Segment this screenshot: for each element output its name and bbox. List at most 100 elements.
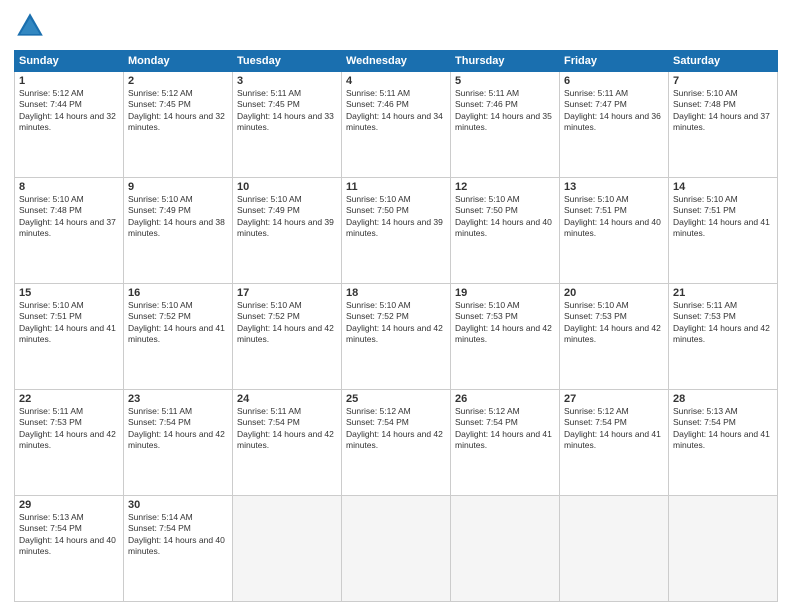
table-row (451, 496, 560, 602)
table-row: 21Sunrise: 5:11 AMSunset: 7:53 PMDayligh… (669, 284, 778, 390)
col-friday: Friday (560, 51, 669, 72)
table-row: 8Sunrise: 5:10 AMSunset: 7:48 PMDaylight… (15, 178, 124, 284)
cell-text: Sunrise: 5:10 AMSunset: 7:48 PMDaylight:… (673, 88, 770, 132)
cell-text: Sunrise: 5:12 AMSunset: 7:45 PMDaylight:… (128, 88, 225, 132)
col-sunday: Sunday (15, 51, 124, 72)
cell-text: Sunrise: 5:11 AMSunset: 7:54 PMDaylight:… (128, 406, 225, 450)
cell-text: Sunrise: 5:12 AMSunset: 7:54 PMDaylight:… (346, 406, 443, 450)
table-row (669, 496, 778, 602)
day-number: 15 (19, 287, 119, 299)
table-row (233, 496, 342, 602)
day-number: 23 (128, 393, 228, 405)
calendar-week-row: 22Sunrise: 5:11 AMSunset: 7:53 PMDayligh… (15, 390, 778, 496)
cell-text: Sunrise: 5:10 AMSunset: 7:48 PMDaylight:… (19, 194, 116, 238)
table-row: 15Sunrise: 5:10 AMSunset: 7:51 PMDayligh… (15, 284, 124, 390)
day-number: 17 (237, 287, 337, 299)
table-row: 14Sunrise: 5:10 AMSunset: 7:51 PMDayligh… (669, 178, 778, 284)
day-number: 6 (564, 75, 664, 87)
cell-text: Sunrise: 5:10 AMSunset: 7:49 PMDaylight:… (237, 194, 334, 238)
day-number: 9 (128, 181, 228, 193)
day-number: 28 (673, 393, 773, 405)
day-number: 1 (19, 75, 119, 87)
cell-text: Sunrise: 5:10 AMSunset: 7:52 PMDaylight:… (346, 300, 443, 344)
day-number: 3 (237, 75, 337, 87)
day-number: 26 (455, 393, 555, 405)
cell-text: Sunrise: 5:10 AMSunset: 7:51 PMDaylight:… (19, 300, 116, 344)
table-row: 13Sunrise: 5:10 AMSunset: 7:51 PMDayligh… (560, 178, 669, 284)
table-row: 23Sunrise: 5:11 AMSunset: 7:54 PMDayligh… (124, 390, 233, 496)
col-thursday: Thursday (451, 51, 560, 72)
cell-text: Sunrise: 5:13 AMSunset: 7:54 PMDaylight:… (19, 512, 116, 556)
col-wednesday: Wednesday (342, 51, 451, 72)
cell-text: Sunrise: 5:11 AMSunset: 7:53 PMDaylight:… (673, 300, 770, 344)
cell-text: Sunrise: 5:10 AMSunset: 7:53 PMDaylight:… (564, 300, 661, 344)
cell-text: Sunrise: 5:10 AMSunset: 7:50 PMDaylight:… (346, 194, 443, 238)
cell-text: Sunrise: 5:10 AMSunset: 7:50 PMDaylight:… (455, 194, 552, 238)
table-row: 30Sunrise: 5:14 AMSunset: 7:54 PMDayligh… (124, 496, 233, 602)
cell-text: Sunrise: 5:10 AMSunset: 7:52 PMDaylight:… (237, 300, 334, 344)
table-row: 17Sunrise: 5:10 AMSunset: 7:52 PMDayligh… (233, 284, 342, 390)
page: Sunday Monday Tuesday Wednesday Thursday… (0, 0, 792, 612)
calendar-week-row: 8Sunrise: 5:10 AMSunset: 7:48 PMDaylight… (15, 178, 778, 284)
cell-text: Sunrise: 5:12 AMSunset: 7:54 PMDaylight:… (564, 406, 661, 450)
logo-icon (14, 10, 46, 42)
calendar: Sunday Monday Tuesday Wednesday Thursday… (14, 50, 778, 602)
col-saturday: Saturday (669, 51, 778, 72)
table-row: 7Sunrise: 5:10 AMSunset: 7:48 PMDaylight… (669, 72, 778, 178)
table-row: 5Sunrise: 5:11 AMSunset: 7:46 PMDaylight… (451, 72, 560, 178)
col-tuesday: Tuesday (233, 51, 342, 72)
calendar-week-row: 15Sunrise: 5:10 AMSunset: 7:51 PMDayligh… (15, 284, 778, 390)
cell-text: Sunrise: 5:10 AMSunset: 7:51 PMDaylight:… (673, 194, 770, 238)
day-number: 25 (346, 393, 446, 405)
table-row: 19Sunrise: 5:10 AMSunset: 7:53 PMDayligh… (451, 284, 560, 390)
calendar-week-row: 29Sunrise: 5:13 AMSunset: 7:54 PMDayligh… (15, 496, 778, 602)
day-number: 2 (128, 75, 228, 87)
day-number: 21 (673, 287, 773, 299)
cell-text: Sunrise: 5:11 AMSunset: 7:45 PMDaylight:… (237, 88, 334, 132)
table-row: 29Sunrise: 5:13 AMSunset: 7:54 PMDayligh… (15, 496, 124, 602)
table-row: 20Sunrise: 5:10 AMSunset: 7:53 PMDayligh… (560, 284, 669, 390)
cell-text: Sunrise: 5:10 AMSunset: 7:52 PMDaylight:… (128, 300, 225, 344)
table-row: 25Sunrise: 5:12 AMSunset: 7:54 PMDayligh… (342, 390, 451, 496)
cell-text: Sunrise: 5:11 AMSunset: 7:47 PMDaylight:… (564, 88, 661, 132)
table-row: 18Sunrise: 5:10 AMSunset: 7:52 PMDayligh… (342, 284, 451, 390)
day-number: 27 (564, 393, 664, 405)
day-number: 22 (19, 393, 119, 405)
calendar-week-row: 1Sunrise: 5:12 AMSunset: 7:44 PMDaylight… (15, 72, 778, 178)
day-number: 13 (564, 181, 664, 193)
day-number: 18 (346, 287, 446, 299)
table-row: 6Sunrise: 5:11 AMSunset: 7:47 PMDaylight… (560, 72, 669, 178)
table-row: 22Sunrise: 5:11 AMSunset: 7:53 PMDayligh… (15, 390, 124, 496)
table-row: 2Sunrise: 5:12 AMSunset: 7:45 PMDaylight… (124, 72, 233, 178)
table-row: 3Sunrise: 5:11 AMSunset: 7:45 PMDaylight… (233, 72, 342, 178)
day-number: 8 (19, 181, 119, 193)
logo (14, 10, 50, 42)
day-number: 5 (455, 75, 555, 87)
cell-text: Sunrise: 5:13 AMSunset: 7:54 PMDaylight:… (673, 406, 770, 450)
day-number: 11 (346, 181, 446, 193)
cell-text: Sunrise: 5:12 AMSunset: 7:54 PMDaylight:… (455, 406, 552, 450)
cell-text: Sunrise: 5:11 AMSunset: 7:46 PMDaylight:… (455, 88, 552, 132)
day-number: 29 (19, 499, 119, 511)
cell-text: Sunrise: 5:11 AMSunset: 7:53 PMDaylight:… (19, 406, 116, 450)
calendar-header-row: Sunday Monday Tuesday Wednesday Thursday… (15, 51, 778, 72)
cell-text: Sunrise: 5:14 AMSunset: 7:54 PMDaylight:… (128, 512, 225, 556)
day-number: 10 (237, 181, 337, 193)
cell-text: Sunrise: 5:11 AMSunset: 7:46 PMDaylight:… (346, 88, 443, 132)
table-row: 24Sunrise: 5:11 AMSunset: 7:54 PMDayligh… (233, 390, 342, 496)
cell-text: Sunrise: 5:10 AMSunset: 7:49 PMDaylight:… (128, 194, 225, 238)
day-number: 20 (564, 287, 664, 299)
day-number: 4 (346, 75, 446, 87)
day-number: 12 (455, 181, 555, 193)
day-number: 24 (237, 393, 337, 405)
table-row (342, 496, 451, 602)
day-number: 7 (673, 75, 773, 87)
header (14, 10, 778, 42)
table-row: 11Sunrise: 5:10 AMSunset: 7:50 PMDayligh… (342, 178, 451, 284)
day-number: 30 (128, 499, 228, 511)
day-number: 19 (455, 287, 555, 299)
table-row: 10Sunrise: 5:10 AMSunset: 7:49 PMDayligh… (233, 178, 342, 284)
table-row: 4Sunrise: 5:11 AMSunset: 7:46 PMDaylight… (342, 72, 451, 178)
cell-text: Sunrise: 5:10 AMSunset: 7:53 PMDaylight:… (455, 300, 552, 344)
table-row: 28Sunrise: 5:13 AMSunset: 7:54 PMDayligh… (669, 390, 778, 496)
